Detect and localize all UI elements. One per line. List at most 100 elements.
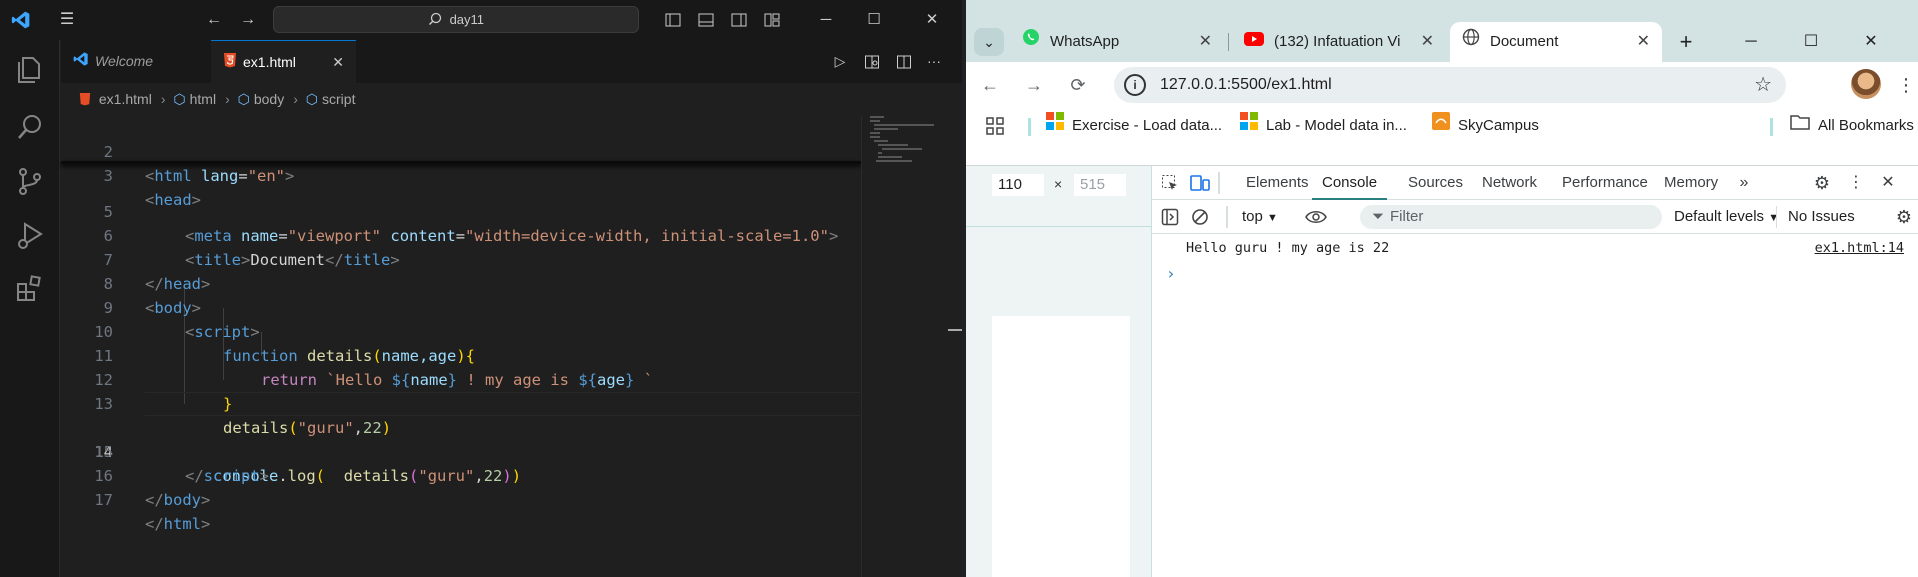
toggle-primary-sidebar-icon[interactable] <box>660 0 686 40</box>
clear-console-icon[interactable] <box>1188 200 1212 234</box>
browser-tab-document[interactable]: Document ✕ <box>1450 22 1662 62</box>
toggle-secondary-sidebar-icon[interactable] <box>726 0 752 40</box>
cube-icon: ⬡ <box>173 91 186 107</box>
all-bookmarks[interactable]: All Bookmarks <box>1790 108 1914 144</box>
dimension-separator: × <box>1054 176 1063 192</box>
breadcrumb: ex1.html › ⬡ html › ⬡ body › ⬡ script <box>61 83 961 116</box>
close-tab-icon[interactable]: ✕ <box>332 41 344 84</box>
back-arrow-icon[interactable]: ← <box>201 0 227 40</box>
close-window-button[interactable]: ✕ <box>910 0 954 40</box>
address-bar[interactable]: i 127.0.0.1:5500/ex1.html ☆ <box>1114 67 1786 103</box>
context-selector[interactable]: top ▼ <box>1242 200 1278 235</box>
maximize-button[interactable]: ☐ <box>852 0 896 40</box>
open-preview-icon[interactable] <box>858 40 886 83</box>
eye-icon[interactable] <box>1304 200 1328 234</box>
back-button[interactable]: ← <box>972 62 1008 108</box>
site-info-icon[interactable]: i <box>1124 74 1146 96</box>
tab-sources[interactable]: Sources <box>1408 166 1463 200</box>
inspect-element-icon[interactable] <box>1158 166 1182 200</box>
code-line: 7 </head> <box>61 224 861 293</box>
tab-console[interactable]: Console <box>1312 166 1388 200</box>
avatar[interactable] <box>1851 69 1881 99</box>
kebab-menu-icon[interactable]: ⋮ <box>1844 166 1868 200</box>
tab-label: WhatsApp <box>1050 33 1120 50</box>
viewport-height-input[interactable]: 515 <box>1074 174 1126 196</box>
more-actions-icon[interactable]: ··· <box>920 40 948 83</box>
extensions-icon[interactable] <box>13 272 47 306</box>
vscode-window: ☰ ← → day11 ─ ☐ ✕ Welcome ex1.html ✕ ▷ ·… <box>0 0 962 577</box>
tab-ex1-html[interactable]: ex1.html ✕ <box>211 40 356 83</box>
run-icon[interactable]: ▷ <box>826 40 854 83</box>
kebab-menu-icon[interactable]: ⋮ <box>1896 62 1916 108</box>
toggle-panel-icon[interactable] <box>693 0 719 40</box>
settings-gear-icon[interactable]: ⚙ <box>1810 166 1834 200</box>
forward-arrow-icon[interactable]: → <box>235 0 261 40</box>
code-line: 12 } <box>61 344 861 413</box>
console-settings-gear-icon[interactable]: ⚙ <box>1892 200 1916 234</box>
run-and-debug-icon[interactable] <box>13 218 47 252</box>
device-toolbar-icon[interactable] <box>1188 166 1212 200</box>
code-line-current: 14 console.log( details("guru",22)) <box>61 392 861 485</box>
breadcrumb-item-body[interactable]: body <box>254 91 284 107</box>
apps-icon[interactable] <box>986 108 1004 144</box>
device-viewport-frame[interactable] <box>992 316 1130 577</box>
code-editor[interactable]: 2 <html lang="en"> 3 <head> 5 <meta name… <box>61 116 861 577</box>
command-center-search[interactable]: day11 <box>273 6 639 33</box>
tab-welcome[interactable]: Welcome <box>61 40 211 83</box>
activity-bar <box>0 40 60 577</box>
minimize-button[interactable]: ─ <box>1726 22 1776 62</box>
close-tab-icon[interactable]: ✕ <box>1637 22 1650 62</box>
split-editor-icon[interactable] <box>890 40 918 83</box>
whatsapp-icon <box>1022 22 1040 62</box>
forward-button[interactable]: → <box>1016 62 1052 108</box>
caret-down-icon: ▼ <box>1267 212 1278 224</box>
bookmark-item[interactable]: Lab - Model data in... <box>1240 108 1407 144</box>
tab-memory[interactable]: Memory <box>1664 166 1718 200</box>
close-window-button[interactable]: ✕ <box>1846 22 1896 62</box>
maximize-button[interactable]: ☐ <box>1786 22 1836 62</box>
explorer-icon[interactable] <box>13 52 47 86</box>
bookmark-label: SkyCampus <box>1458 117 1539 134</box>
tab-search-button[interactable]: ⌄ <box>974 28 1004 56</box>
console-filter-input[interactable]: ⏷ Filter <box>1360 205 1662 229</box>
minimap[interactable] <box>861 116 961 577</box>
source-control-icon[interactable] <box>13 164 47 198</box>
chevron-right-icon: › <box>160 91 166 107</box>
log-levels-dropdown[interactable]: Default levels ▼ <box>1674 200 1779 235</box>
close-devtools-icon[interactable]: ✕ <box>1876 166 1900 200</box>
tab-elements[interactable]: Elements <box>1246 166 1309 200</box>
close-tab-icon[interactable]: ✕ <box>1416 22 1434 62</box>
reload-button[interactable]: ⟳ <box>1060 62 1096 108</box>
code-line: 10 function details(name,age){ <box>61 296 861 365</box>
issues-counter[interactable]: No Issues <box>1788 200 1855 234</box>
console-prompt-chevron-icon[interactable]: › <box>1166 264 1176 283</box>
tab-network[interactable]: Network <box>1482 166 1537 200</box>
breadcrumb-item-script[interactable]: script <box>322 91 355 107</box>
search-text: day11 <box>449 12 485 27</box>
console-log-source-link[interactable]: ex1.html:14 <box>1815 240 1904 256</box>
more-tabs-icon[interactable]: » <box>1732 166 1756 200</box>
bookmark-item[interactable]: SkyCampus <box>1432 108 1539 144</box>
viewport-width-input[interactable]: 110 <box>992 174 1044 196</box>
breadcrumb-item-html[interactable]: html <box>190 91 216 107</box>
browser-tab-whatsapp[interactable]: WhatsApp ✕ <box>1010 22 1224 62</box>
show-sidebar-icon[interactable] <box>1158 200 1182 234</box>
skycampus-icon <box>1432 108 1450 144</box>
menu-icon[interactable]: ☰ <box>54 0 80 40</box>
globe-icon <box>1462 22 1480 62</box>
browser-tab-youtube[interactable]: (132) Infatuation Vi ✕ <box>1232 22 1446 62</box>
code-line: 13 details("guru",22) <box>61 368 861 437</box>
customize-layout-icon[interactable] <box>759 0 785 40</box>
breadcrumb-item-file[interactable]: ex1.html <box>99 91 152 107</box>
tab-performance[interactable]: Performance <box>1562 166 1648 200</box>
vscode-logo-icon <box>73 41 89 84</box>
search-sidebar-icon[interactable] <box>13 110 47 144</box>
url-text: 127.0.0.1:5500/ex1.html <box>1160 76 1332 93</box>
close-tab-icon[interactable]: ✕ <box>1199 22 1212 62</box>
folder-icon <box>1790 108 1810 144</box>
new-tab-button[interactable]: + <box>1666 22 1706 62</box>
minimize-button[interactable]: ─ <box>804 0 848 40</box>
code-line: 17 </html> <box>61 464 861 533</box>
bookmark-star-icon[interactable]: ☆ <box>1754 67 1772 103</box>
bookmark-item[interactable]: Exercise - Load data... <box>1046 108 1222 144</box>
